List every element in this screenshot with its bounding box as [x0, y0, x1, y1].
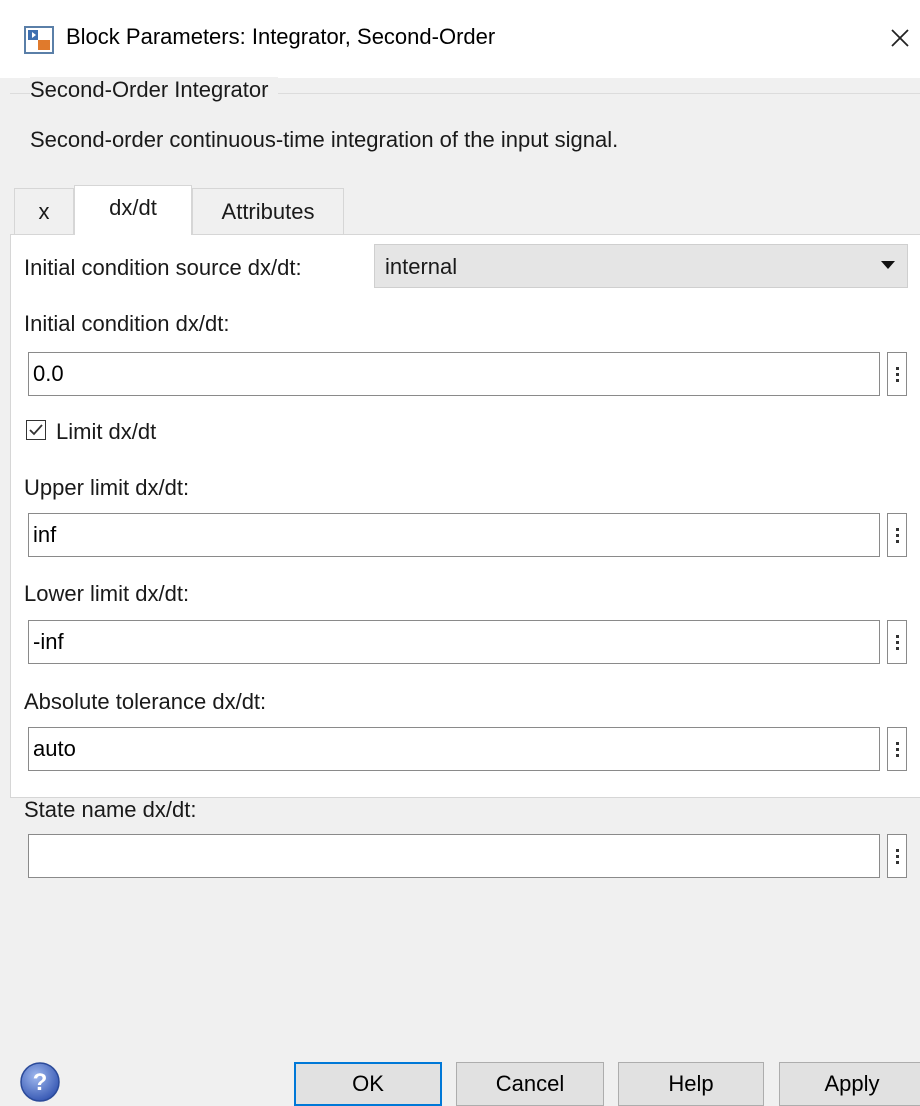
help-icon[interactable]: ?: [18, 1060, 62, 1104]
tab-x[interactable]: x: [14, 188, 74, 234]
title-bar: Block Parameters: Integrator, Second-Ord…: [0, 0, 920, 78]
lower-limit-label: Lower limit dx/dt:: [24, 581, 190, 606]
help-button[interactable]: Help: [618, 1062, 764, 1106]
limit-label: Limit dx/dt: [56, 419, 157, 444]
ic-source-label: Initial condition source dx/dt:: [24, 255, 302, 280]
ic-label: Initial condition dx/dt:: [24, 311, 230, 336]
ic-source-dropdown[interactable]: internal: [374, 244, 908, 288]
abstol-more-button[interactable]: [887, 727, 907, 771]
chevron-down-icon: [881, 261, 895, 269]
ic-source-value: internal: [385, 254, 458, 279]
ic-more-button[interactable]: [887, 352, 907, 396]
lower-limit-input[interactable]: [28, 620, 880, 664]
abstol-label: Absolute tolerance dx/dt:: [24, 689, 267, 714]
state-name-more-button[interactable]: [887, 834, 907, 878]
tab-attributes[interactable]: Attributes: [192, 188, 344, 234]
state-name-label: State name dx/dt:: [24, 797, 197, 822]
lower-limit-more-button[interactable]: [887, 620, 907, 664]
ic-input[interactable]: [28, 352, 880, 396]
close-icon[interactable]: [880, 18, 920, 58]
limit-checkbox[interactable]: [26, 420, 46, 440]
block-description: Second-order continuous-time integration…: [30, 127, 619, 152]
checkmark-icon: [29, 424, 43, 436]
abstol-input[interactable]: [28, 727, 880, 771]
ok-button[interactable]: OK: [294, 1062, 442, 1106]
cancel-button[interactable]: Cancel: [456, 1062, 604, 1106]
upper-limit-more-button[interactable]: [887, 513, 907, 557]
simulink-block-icon: [24, 26, 54, 54]
svg-text:?: ?: [33, 1069, 48, 1096]
tab-dx-dt[interactable]: dx/dt: [74, 185, 192, 235]
window-title: Block Parameters: Integrator, Second-Ord…: [66, 24, 496, 49]
state-name-input[interactable]: [28, 834, 880, 878]
block-group-title: Second-Order Integrator: [30, 77, 279, 103]
apply-button[interactable]: Apply: [779, 1062, 920, 1106]
upper-limit-input[interactable]: [28, 513, 880, 557]
upper-limit-label: Upper limit dx/dt:: [24, 475, 190, 500]
